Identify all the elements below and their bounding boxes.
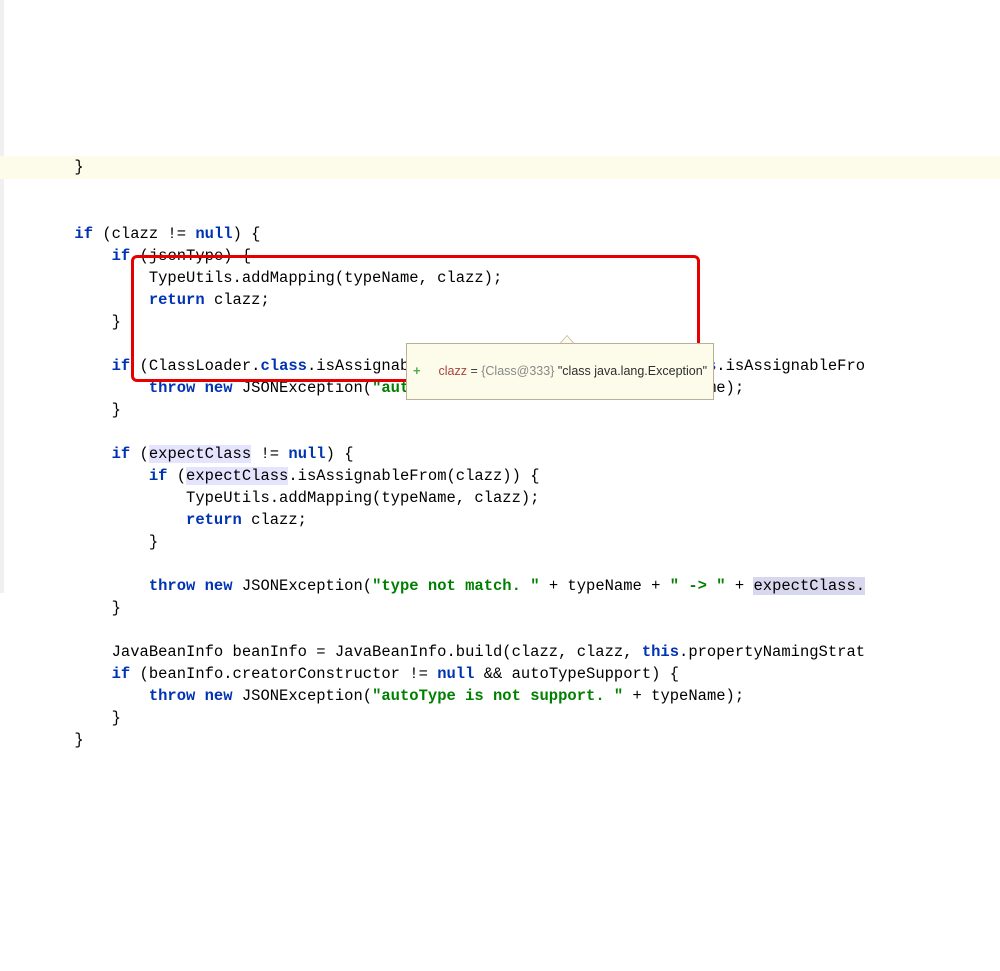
code-line: } [0, 533, 158, 551]
code-line: } [0, 401, 121, 419]
debug-value-tooltip[interactable]: + clazz = {Class@333} "class java.lang.E… [406, 343, 714, 400]
code-line: if (expectClass != null) { [0, 445, 354, 463]
tooltip-variable-name: clazz [439, 364, 467, 378]
code-line: TypeUtils.addMapping(typeName, clazz); [0, 489, 540, 507]
code-line: if (jsonType) { [0, 247, 251, 265]
code-line: } [0, 599, 121, 617]
code-line: TypeUtils.addMapping(typeName, clazz); [0, 269, 502, 287]
code-line: if (beanInfo.creatorConstructor != null … [0, 665, 679, 683]
code-line: throw new JSONException("autoType is not… [0, 687, 744, 705]
code-line: JavaBeanInfo beanInfo = JavaBeanInfo.bui… [0, 643, 865, 661]
tooltip-equals: = [467, 364, 481, 378]
tooltip-value: "class java.lang.Exception" [558, 364, 707, 378]
expand-icon[interactable]: + [413, 362, 421, 380]
code-line: if (expectClass.isAssignableFrom(clazz))… [0, 467, 540, 485]
code-line: } [0, 731, 84, 749]
code-line: return clazz; [0, 511, 307, 529]
code-editor[interactable]: } if (clazz != null) { if (jsonType) { T… [0, 132, 1000, 751]
debug-tooltip-arrow [560, 335, 574, 343]
code-line: } [0, 709, 121, 727]
code-line: throw new JSONException("type not match.… [0, 577, 865, 595]
code-line: } [0, 313, 121, 331]
code-line: if (clazz != null) { [0, 225, 260, 243]
code-line: } [0, 158, 84, 176]
tooltip-object-id: {Class@333} [481, 364, 554, 378]
code-line: return clazz; [0, 291, 270, 309]
